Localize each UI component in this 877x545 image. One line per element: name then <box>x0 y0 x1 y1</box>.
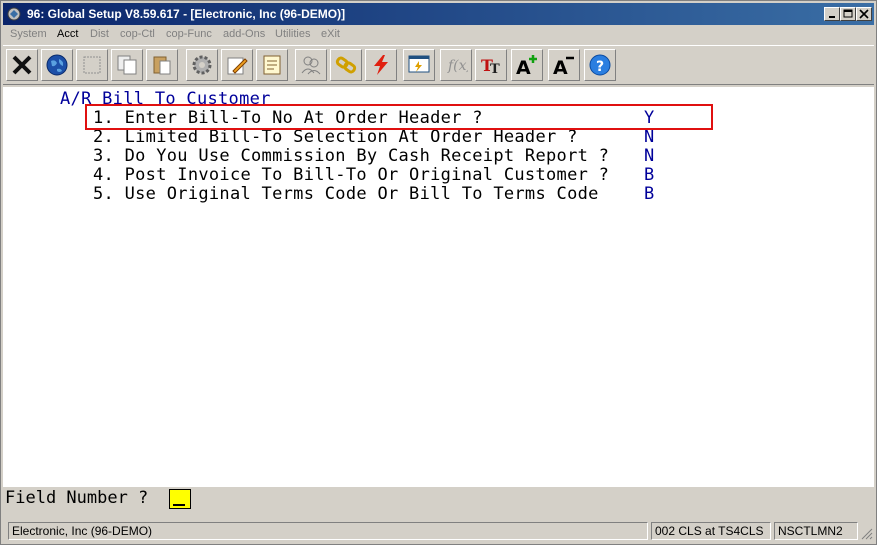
menu-cop-ctl[interactable]: cop-Ctl <box>120 28 155 40</box>
maximize-button[interactable] <box>840 7 856 21</box>
status-session: 002 CLS at TS4CLS <box>651 522 771 540</box>
svg-text:T: T <box>490 62 500 77</box>
maximize-icon <box>843 9 853 18</box>
settings-button[interactable] <box>186 49 218 81</box>
lightning-icon <box>374 55 388 75</box>
prompt-bar: Field Number ? <box>3 487 874 517</box>
users-icon <box>301 56 321 75</box>
option-5-text: 5. Use Original Terms Code Or Bill To Te… <box>93 184 599 204</box>
menu-dist[interactable]: Dist <box>90 28 109 40</box>
menu-acct[interactable]: Acct <box>57 28 78 40</box>
svg-text:A: A <box>516 57 531 77</box>
terminal-screen: A/R Bill To Customer 1. Enter Bill-To No… <box>3 87 874 487</box>
copy-button[interactable] <box>111 49 143 81</box>
blank-window-icon <box>83 56 101 74</box>
link-icon <box>335 56 357 74</box>
settings-gear-icon <box>192 55 212 75</box>
paste-icon <box>153 56 171 75</box>
font-smaller-icon: A <box>553 56 574 77</box>
option-4-text: 4. Post Invoice To Bill-To Or Original C… <box>93 165 610 185</box>
title-bar[interactable]: 96: Global Setup V8.59.617 - [Electronic… <box>3 3 874 25</box>
menu-bar: System Acct Dist cop-Ctl cop-Func add-On… <box>3 26 874 44</box>
font-smaller-button[interactable]: A <box>548 49 580 81</box>
option-2-value: N <box>644 127 655 147</box>
menu-add-ons[interactable]: add-Ons <box>223 28 265 40</box>
menu-system[interactable]: System <box>10 28 47 40</box>
field-number-label: Field Number ? <box>5 488 149 508</box>
app-icon <box>7 7 21 21</box>
option-5-value: B <box>644 184 655 204</box>
screen-edit-button[interactable] <box>403 49 435 81</box>
menu-cop-func[interactable]: cop-Func <box>166 28 212 40</box>
option-2-text: 2. Limited Bill-To Selection At Order He… <box>93 127 578 147</box>
screen-edit-icon <box>408 55 430 73</box>
option-3-value: N <box>644 146 655 166</box>
blank-window-button[interactable] <box>76 49 108 81</box>
lightning-button[interactable] <box>365 49 397 81</box>
function-button[interactable]: f(x) <box>440 49 472 81</box>
help-icon: ? <box>589 54 611 76</box>
text-format-button[interactable]: TT <box>475 49 507 81</box>
close-tool-button[interactable] <box>6 49 38 81</box>
text-cursor <box>173 504 185 506</box>
notes-button[interactable] <box>256 49 288 81</box>
main-window: 96: Global Setup V8.59.617 - [Electronic… <box>0 0 877 545</box>
minimize-icon <box>829 16 835 18</box>
status-bar: Electronic, Inc (96-DEMO) 002 CLS at TS4… <box>3 520 874 542</box>
globe-icon <box>46 54 68 76</box>
users-button[interactable] <box>295 49 327 81</box>
function-icon: f(x) <box>447 58 468 74</box>
option-4-value: B <box>644 165 655 185</box>
resize-grip-icon[interactable] <box>861 528 873 540</box>
svg-text:A: A <box>553 57 568 77</box>
notes-icon <box>263 55 281 75</box>
text-format-icon: TT <box>481 56 500 77</box>
option-1-highlight <box>85 104 713 130</box>
copy-icon <box>117 55 137 75</box>
edit-button[interactable] <box>221 49 253 81</box>
help-button[interactable]: ? <box>584 49 616 81</box>
svg-text:?: ? <box>596 59 604 75</box>
font-larger-icon: A <box>516 55 537 77</box>
status-company: Electronic, Inc (96-DEMO) <box>8 522 648 540</box>
close-x-icon <box>12 55 32 75</box>
paste-button[interactable] <box>146 49 178 81</box>
font-larger-button[interactable]: A <box>511 49 543 81</box>
status-program: NSCTLMN2 <box>774 522 858 540</box>
window-title: 96: Global Setup V8.59.617 - [Electronic… <box>27 7 346 21</box>
link-button[interactable] <box>330 49 362 81</box>
svg-text:f(x): f(x) <box>447 58 468 74</box>
menu-utilities[interactable]: Utilities <box>275 28 310 40</box>
field-number-input[interactable] <box>169 489 191 509</box>
option-3-text: 3. Do You Use Commission By Cash Receipt… <box>93 146 610 166</box>
edit-pencil-icon <box>227 57 248 75</box>
close-button[interactable] <box>856 7 872 21</box>
globe-button[interactable] <box>41 49 73 81</box>
toolbar: f(x) TT A A ? <box>3 45 874 85</box>
menu-exit[interactable]: eXit <box>321 28 340 40</box>
close-icon <box>859 9 869 19</box>
minimize-button[interactable] <box>824 7 840 21</box>
